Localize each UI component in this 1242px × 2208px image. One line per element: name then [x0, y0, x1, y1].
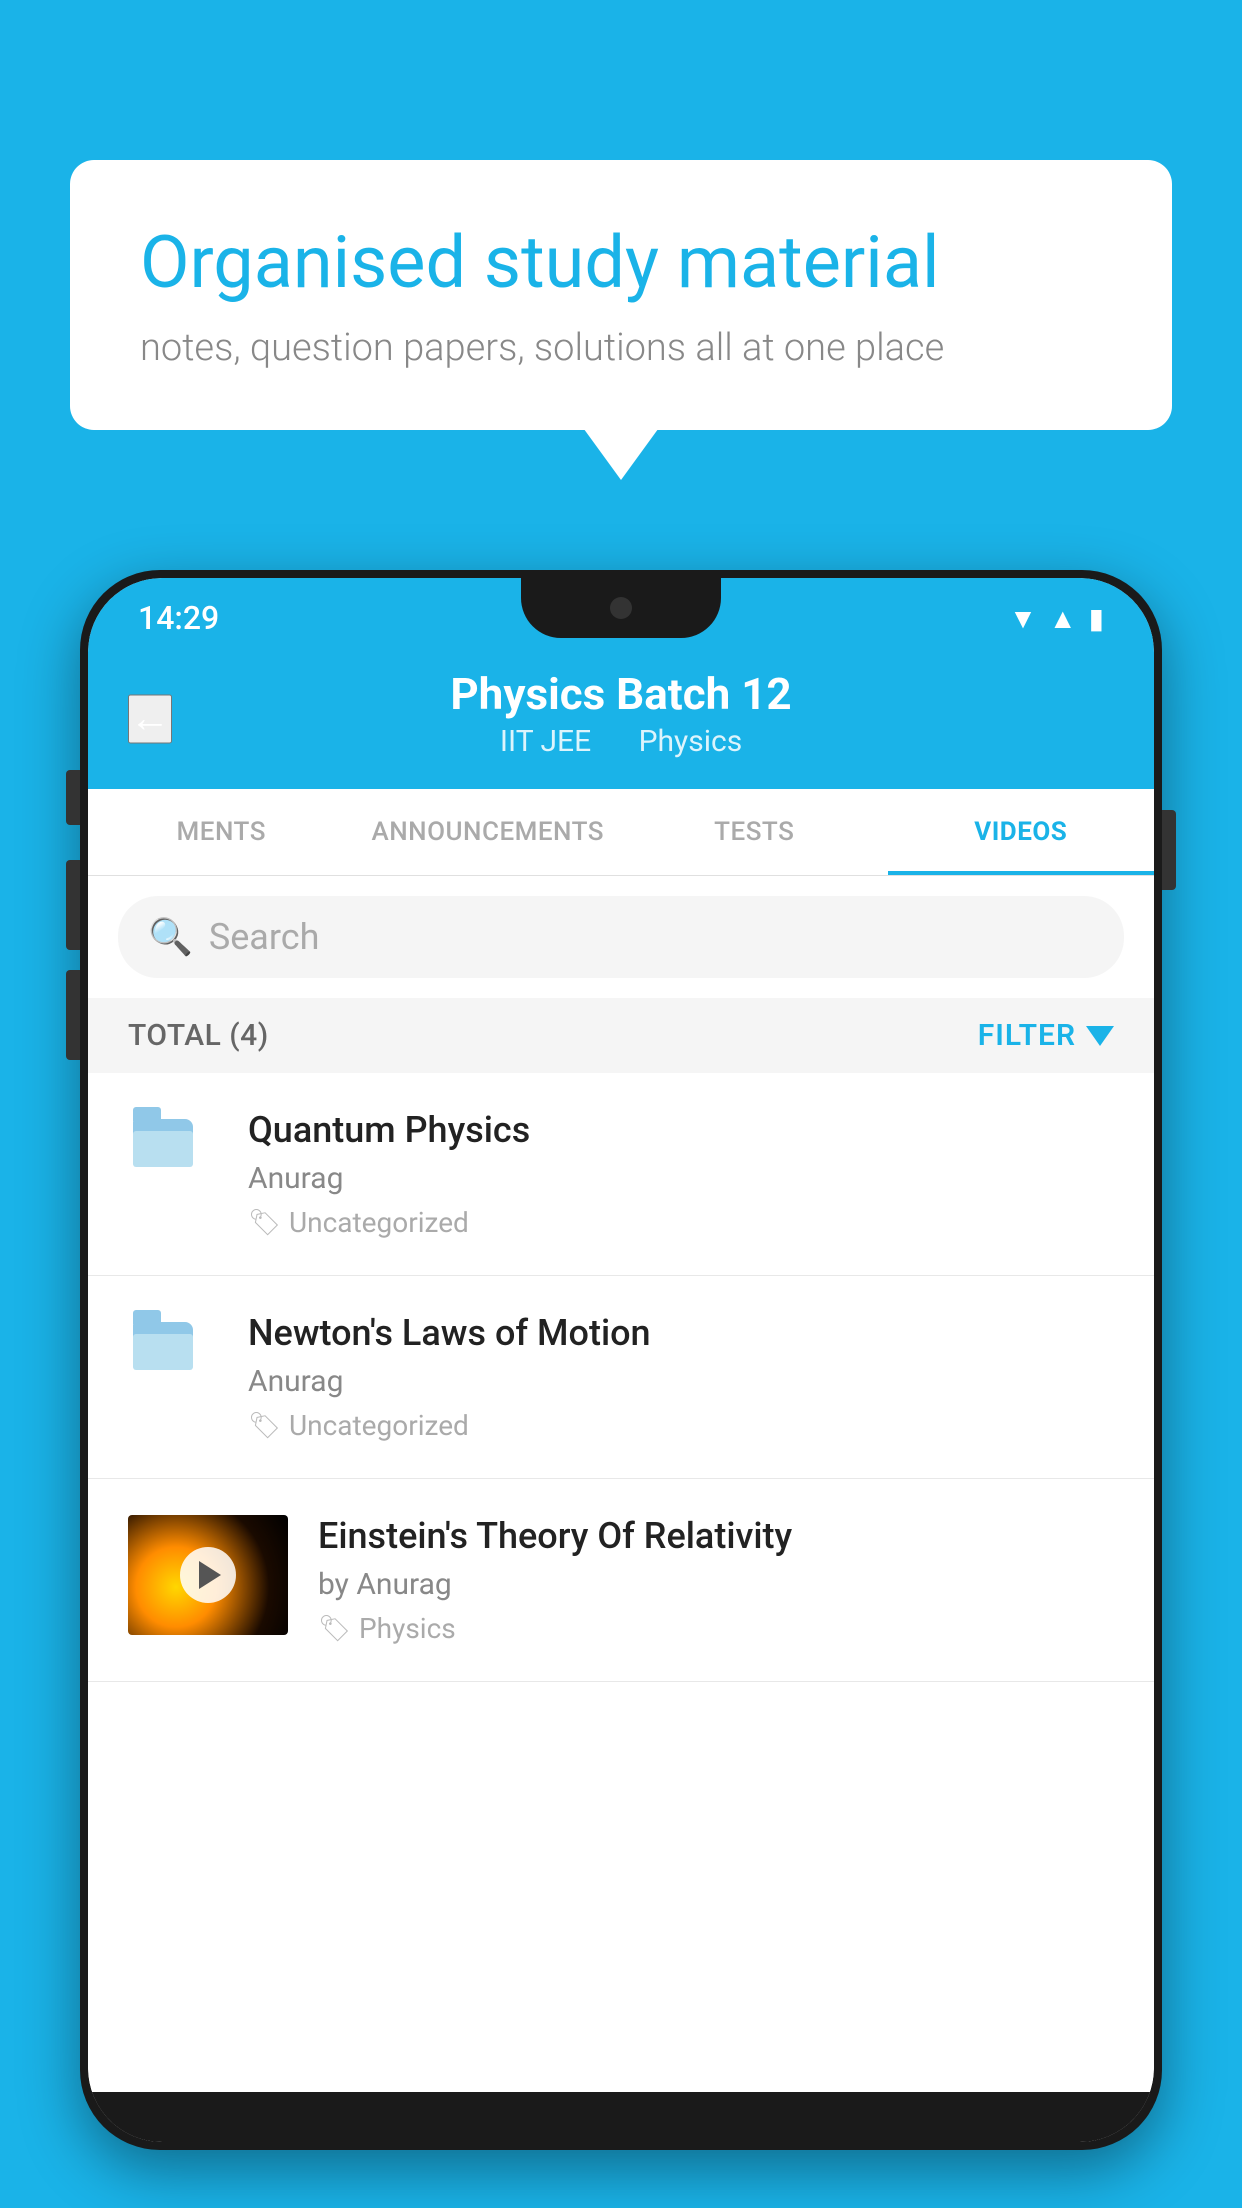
- speech-bubble-subtitle: notes, question papers, solutions all at…: [140, 326, 1102, 370]
- back-button[interactable]: ←: [128, 694, 172, 743]
- total-count-label: TOTAL (4): [128, 1018, 269, 1053]
- phone-bottom-bar: [88, 2092, 1154, 2142]
- power-button: [1162, 810, 1176, 890]
- header-title: Physics Batch 12: [128, 668, 1114, 720]
- video-tag: 🏷 Physics: [318, 1612, 1114, 1645]
- video-title: Einstein's Theory Of Relativity: [318, 1515, 1114, 1557]
- app-header: ← Physics Batch 12 IIT JEE Physics: [88, 648, 1154, 789]
- header-subtitle: IIT JEE Physics: [128, 724, 1114, 759]
- search-input-wrapper[interactable]: 🔍 Search: [118, 896, 1124, 978]
- volume-up-button: [66, 860, 80, 950]
- tab-announcements[interactable]: ANNOUNCEMENTS: [355, 789, 622, 875]
- phone-notch: [521, 578, 721, 638]
- list-item[interactable]: Newton's Laws of Motion Anurag 🏷 Uncateg…: [88, 1276, 1154, 1479]
- speech-bubble-title: Organised study material: [140, 220, 1102, 306]
- speech-bubble: Organised study material notes, question…: [70, 160, 1172, 430]
- phone-wrapper: 14:29 ▼ ▲ ▮ ← Physics Batch 12 IIT JEE P…: [80, 570, 1162, 2208]
- volume-down-button: [66, 970, 80, 1060]
- folder-icon: [133, 1322, 213, 1392]
- tag-label: Uncategorized: [289, 1409, 469, 1442]
- folder-icon-wrapper: [128, 1109, 218, 1189]
- camera-dot: [610, 597, 632, 619]
- tag-icon: 🏷: [248, 1411, 281, 1441]
- video-item-info: Einstein's Theory Of Relativity by Anura…: [318, 1515, 1114, 1645]
- video-author: by Anurag: [318, 1567, 1114, 1602]
- search-bar-container: 🔍 Search: [88, 876, 1154, 998]
- filter-icon: [1086, 1026, 1114, 1046]
- subtitle-iitjee: IIT JEE: [500, 724, 591, 759]
- tag-icon: 🏷: [318, 1614, 351, 1644]
- video-author: Anurag: [248, 1161, 1114, 1196]
- wifi-icon: ▼: [1009, 602, 1037, 635]
- video-item-info: Newton's Laws of Motion Anurag 🏷 Uncateg…: [248, 1312, 1114, 1442]
- signal-icon: ▲: [1049, 602, 1077, 635]
- tab-ments[interactable]: MENTS: [88, 789, 355, 875]
- tag-label: Uncategorized: [289, 1206, 469, 1239]
- thumbnail-bg: [128, 1515, 288, 1635]
- tab-videos[interactable]: VIDEOS: [888, 789, 1155, 875]
- video-list: Quantum Physics Anurag 🏷 Uncategorized: [88, 1073, 1154, 2092]
- filter-row: TOTAL (4) FILTER: [88, 998, 1154, 1073]
- tag-icon: 🏷: [248, 1208, 281, 1238]
- phone-screen: 14:29 ▼ ▲ ▮ ← Physics Batch 12 IIT JEE P…: [88, 578, 1154, 2142]
- tag-label: Physics: [359, 1612, 456, 1645]
- video-title: Quantum Physics: [248, 1109, 1114, 1151]
- status-icons: ▼ ▲ ▮: [1009, 602, 1104, 635]
- list-item[interactable]: Quantum Physics Anurag 🏷 Uncategorized: [88, 1073, 1154, 1276]
- tab-tests[interactable]: TESTS: [621, 789, 888, 875]
- video-tag: 🏷 Uncategorized: [248, 1409, 1114, 1442]
- volume-silent-button: [66, 770, 80, 825]
- video-tag: 🏷 Uncategorized: [248, 1206, 1114, 1239]
- play-icon: [199, 1561, 221, 1589]
- phone-outer: 14:29 ▼ ▲ ▮ ← Physics Batch 12 IIT JEE P…: [80, 570, 1162, 2150]
- battery-icon: ▮: [1089, 602, 1104, 635]
- video-thumbnail: [128, 1515, 288, 1635]
- tabs-bar: MENTS ANNOUNCEMENTS TESTS VIDEOS: [88, 789, 1154, 876]
- filter-label: FILTER: [978, 1018, 1076, 1053]
- search-icon: 🔍: [148, 916, 193, 958]
- search-placeholder-text: Search: [209, 916, 320, 958]
- filter-button[interactable]: FILTER: [978, 1018, 1114, 1053]
- status-time: 14:29: [138, 599, 219, 637]
- phone-inner: 14:29 ▼ ▲ ▮ ← Physics Batch 12 IIT JEE P…: [88, 578, 1154, 2142]
- speech-bubble-container: Organised study material notes, question…: [70, 160, 1172, 430]
- video-author: Anurag: [248, 1364, 1114, 1399]
- folder-icon-wrapper: [128, 1312, 218, 1392]
- subtitle-physics: Physics: [639, 724, 743, 759]
- video-title: Newton's Laws of Motion: [248, 1312, 1114, 1354]
- list-item[interactable]: Einstein's Theory Of Relativity by Anura…: [88, 1479, 1154, 1682]
- play-button[interactable]: [180, 1547, 236, 1603]
- video-item-info: Quantum Physics Anurag 🏷 Uncategorized: [248, 1109, 1114, 1239]
- folder-icon: [133, 1119, 213, 1189]
